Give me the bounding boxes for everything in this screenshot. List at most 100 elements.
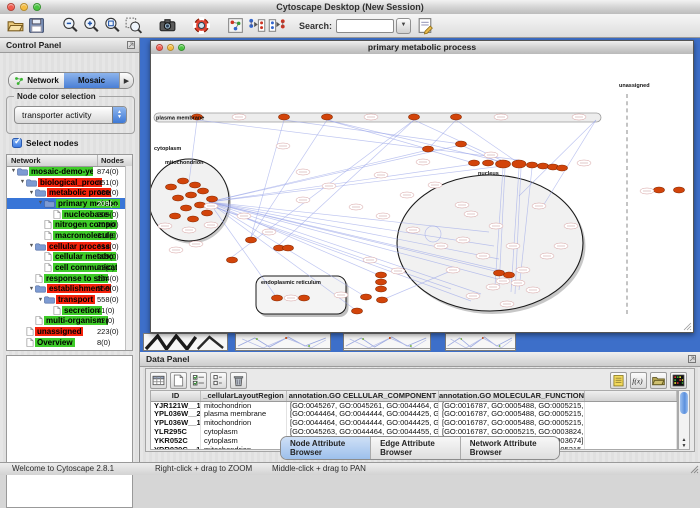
tab-mosaic[interactable]: Mosaic [64, 73, 119, 88]
network-node[interactable] [207, 196, 218, 202]
network-node[interactable] [674, 187, 685, 193]
network-window-titlebar[interactable]: primary metabolic process [151, 41, 693, 55]
network-node[interactable] [557, 165, 568, 171]
network-node[interactable] [181, 205, 192, 211]
expander-icon[interactable]: ▼ [19, 179, 26, 185]
tree-row-nitrogen-compo[interactable]: nitrogen compo209(0) [7, 219, 126, 230]
network-node[interactable] [186, 192, 197, 198]
tab-node-attribute-browser[interactable]: Node Attribute Browser [281, 437, 371, 459]
minimized-network-thumbnail[interactable] [343, 333, 431, 351]
network-node[interactable] [283, 245, 294, 251]
expander-icon[interactable]: ▼ [37, 200, 44, 206]
unselect-attributes-icon[interactable] [210, 372, 227, 389]
expand-network-icon[interactable] [247, 16, 266, 35]
network-node[interactable] [190, 182, 201, 188]
network-node[interactable] [469, 160, 480, 166]
tab-edge-attribute-browser[interactable]: Edge Attribute Browser [371, 437, 461, 459]
network-node[interactable] [279, 114, 290, 120]
network-node[interactable] [195, 202, 206, 208]
minimized-network-thumbnail[interactable] [143, 333, 228, 351]
network-node[interactable] [409, 114, 420, 120]
snapshot-icon[interactable] [158, 16, 177, 35]
open-icon[interactable] [6, 16, 25, 35]
tree-row-transport[interactable]: ▼transport558(0) [7, 294, 126, 305]
tree-row-multi-organism-pro[interactable]: multi-organism pro42(0) [7, 316, 126, 327]
network-node[interactable] [654, 187, 665, 193]
network-node[interactable] [496, 160, 511, 168]
float-panel-icon[interactable] [127, 41, 135, 49]
search-input[interactable] [336, 19, 394, 33]
table-row[interactable]: YPL036W__2plasma membrane[GO:0044464, GO… [151, 410, 677, 419]
network-node[interactable] [198, 188, 209, 194]
tab-network-attribute-browser[interactable]: Network Attribute Browser [461, 437, 559, 459]
function-icon[interactable]: f(x) [630, 372, 647, 389]
table-scrollbar[interactable]: ▲▼ [678, 390, 690, 450]
network-node[interactable] [376, 279, 387, 285]
network-node[interactable] [361, 294, 372, 300]
window-resize-grip[interactable] [683, 322, 692, 331]
heatmap-icon[interactable] [670, 372, 687, 389]
notepad-icon[interactable] [610, 372, 627, 389]
network-node[interactable] [170, 213, 181, 219]
network-node[interactable] [483, 160, 494, 166]
tree-row-unassigned[interactable]: unassigned223(0) [7, 326, 126, 337]
network-node[interactable] [178, 178, 189, 184]
tree-row-establishment-of-lo[interactable]: ▼establishment of lo558(0) [7, 284, 126, 295]
minimized-network-thumbnail[interactable] [235, 333, 331, 351]
network-node[interactable] [322, 114, 333, 120]
table-row[interactable]: YPL036W__1mitochondrion[GO:0044464, GO:0… [151, 419, 677, 428]
expander-icon[interactable]: ▼ [28, 190, 35, 196]
tree-row-cellular-metabo[interactable]: cellular metabo209(0) [7, 252, 126, 263]
search-dropdown-arrow[interactable]: ▼ [396, 18, 411, 34]
first-neighbors-icon[interactable] [226, 16, 245, 35]
scrollbar-arrows[interactable]: ▲▼ [679, 437, 689, 449]
tree-row-biological-process[interactable]: ▼biological_process651(0) [7, 177, 126, 188]
table-column-header[interactable]: annotation.GO MOLECULAR_FUNCTION [439, 391, 585, 401]
network-node[interactable] [227, 257, 238, 263]
tree-row-primary-metabo[interactable]: ▼primary metabo209(... [7, 198, 126, 209]
select-attributes-icon[interactable] [190, 372, 207, 389]
tree-row-response-to-stimul[interactable]: response to stimul264(0) [7, 273, 126, 284]
tree-row-macromolecule[interactable]: macromolecule311(0) [7, 230, 126, 241]
tree-row-mosaic-demo-yeast[interactable]: ▼mosaic-demo-yeast874(0) [7, 166, 126, 177]
network-canvas[interactable]: plasma membranecytoplasmmitochondrionnuc… [151, 54, 693, 332]
maximize-icon[interactable] [178, 44, 185, 51]
new-attribute-icon[interactable] [170, 372, 187, 389]
table-row[interactable]: YJR121W__1mitochondrion[GO:0045267, GO:0… [151, 402, 677, 411]
network-node[interactable] [188, 216, 199, 222]
network-node[interactable] [166, 184, 177, 190]
network-node[interactable] [376, 272, 387, 278]
close-icon[interactable] [156, 44, 163, 51]
table-column-header[interactable]: ID [151, 391, 201, 401]
import-icon[interactable] [650, 372, 667, 389]
window-titlebar[interactable]: Cytoscape Desktop (New Session) [0, 0, 700, 15]
table-column-header[interactable]: annotation.GO CELLULAR_COMPONENT [287, 391, 439, 401]
network-node[interactable] [202, 210, 213, 216]
minimize-button[interactable] [20, 3, 28, 11]
save-icon[interactable] [27, 16, 46, 35]
network-node[interactable] [527, 162, 538, 168]
tree-scrollbar[interactable] [125, 166, 132, 350]
delete-attribute-icon[interactable] [230, 372, 247, 389]
merge-network-icon[interactable] [268, 16, 287, 35]
tree-row-nucleobase-[interactable]: nucleobase-209(0) [7, 209, 126, 220]
network-node[interactable] [272, 295, 283, 301]
help-icon[interactable] [192, 16, 211, 35]
tab-overflow-arrow[interactable]: ▶ [119, 73, 133, 88]
network-node[interactable] [423, 146, 434, 152]
network-node[interactable] [173, 195, 184, 201]
zoom-out-icon[interactable] [61, 16, 80, 35]
network-node[interactable] [299, 295, 310, 301]
close-button[interactable] [7, 3, 15, 11]
network-node[interactable] [494, 270, 505, 276]
tab-network[interactable]: Network [9, 73, 64, 88]
attribute-table-icon[interactable] [150, 372, 167, 389]
zoom-selected-icon[interactable] [124, 16, 143, 35]
network-node[interactable] [246, 237, 257, 243]
minimize-icon[interactable] [167, 44, 174, 51]
annotation-icon[interactable] [416, 16, 435, 35]
tree-row-secretion[interactable]: secretion41(0) [7, 305, 126, 316]
zoom-button[interactable] [33, 3, 41, 11]
minimized-network-thumbnail[interactable] [445, 333, 516, 351]
scrollbar-thumb[interactable] [680, 392, 688, 414]
